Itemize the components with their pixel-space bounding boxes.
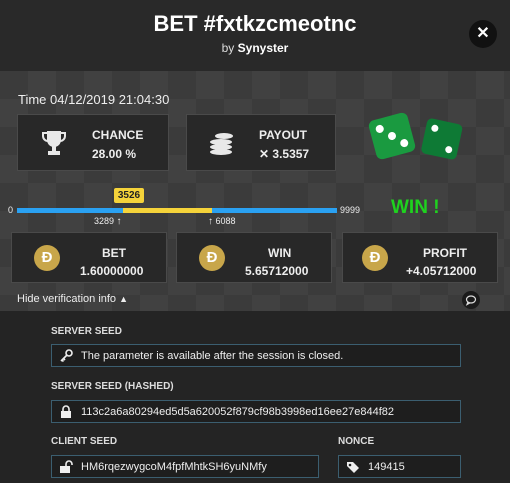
profit-label: PROFIT xyxy=(423,246,467,260)
trophy-icon xyxy=(42,131,66,155)
client-seed-field[interactable]: HM6rqezwygcoM4fpfMhtkSH6yuNMfy xyxy=(51,455,319,478)
bet-author-line: by Synyster xyxy=(0,41,510,55)
win-box: Ð WIN 5.65712000 xyxy=(176,232,332,283)
time-value: 04/12/2019 21:04:30 xyxy=(50,92,170,107)
nonce-field[interactable]: 149415 xyxy=(338,455,461,478)
range-end-label: ↑ 6088 xyxy=(208,216,236,227)
win-value: 5.65712000 xyxy=(245,264,309,278)
doge-icon: Ð xyxy=(34,245,60,271)
bet-time: Time 04/12/2019 21:04:30 xyxy=(18,92,169,107)
lock-icon xyxy=(61,405,71,418)
hide-verification-toggle[interactable]: Hide verification info ▲ xyxy=(17,293,128,305)
close-icon: ✕ xyxy=(476,25,490,42)
range-end-value: 6088 xyxy=(215,216,236,226)
bet-title: BET #fxtkzcmeotnc xyxy=(153,11,357,36)
doge-icon: Ð xyxy=(199,245,225,271)
bet-details-panel: Time 04/12/2019 21:04:30 CHANCE 28.00 % … xyxy=(0,71,510,311)
bet-box: Ð BET 1.60000000 xyxy=(11,232,167,283)
dice-icon xyxy=(368,112,463,160)
profit-value: +4.05712000 xyxy=(406,264,477,278)
profit-box: Ð PROFIT +4.05712000 xyxy=(342,232,498,283)
range-start-value: 3289 xyxy=(94,216,115,226)
server-seed-field[interactable]: The parameter is available after the ses… xyxy=(51,344,461,367)
result-label: WIN ! xyxy=(391,197,440,218)
range-start-label: 3289 ↑ xyxy=(94,216,122,227)
verification-panel: SERVER SEED The parameter is available a… xyxy=(0,311,510,483)
server-seed-hashed-label: SERVER SEED (HASHED) xyxy=(51,381,174,392)
chance-value: 28.00 % xyxy=(92,147,137,161)
nonce-value: 149415 xyxy=(368,461,405,473)
time-label: Time xyxy=(18,92,47,107)
doge-icon: Ð xyxy=(362,245,388,271)
winning-range-fill xyxy=(123,208,212,213)
chance-box: CHANCE 28.00 % xyxy=(17,114,169,171)
bet-label: BET xyxy=(102,246,126,260)
tag-icon xyxy=(347,462,359,473)
hide-verification-label: Hide verification info xyxy=(17,293,117,305)
by-prefix: by xyxy=(221,41,235,55)
slider-min: 0 xyxy=(8,205,14,215)
server-seed-hashed-value: 113c2a6a80294ed5d5a620052f879cf98b3998ed… xyxy=(81,406,395,418)
client-seed-value: HM6rqezwygcoM4fpfMhtkSH6yuNMfy xyxy=(81,461,267,473)
payout-label: PAYOUT xyxy=(259,128,308,142)
bet-value: 1.60000000 xyxy=(80,264,144,278)
payout-value: ✕ 3.5357 xyxy=(259,147,310,161)
server-seed-hashed-field[interactable]: 113c2a6a80294ed5d5a620052f879cf98b3998ed… xyxy=(51,400,461,423)
slider-max: 9999 xyxy=(340,205,361,215)
win-label: WIN xyxy=(268,246,292,260)
client-seed-label: CLIENT SEED xyxy=(51,436,118,447)
chance-label: CHANCE xyxy=(92,128,144,142)
server-seed-value: The parameter is available after the ses… xyxy=(81,350,344,362)
result-marker: 3526 xyxy=(114,188,144,203)
chevron-up-icon: ▲ xyxy=(119,294,129,304)
author-name[interactable]: Synyster xyxy=(238,41,289,55)
nonce-label: NONCE xyxy=(338,436,375,447)
close-button[interactable]: ✕ xyxy=(469,20,497,48)
arrow-up-icon: ↑ xyxy=(208,216,213,227)
payout-box: PAYOUT ✕ 3.5357 xyxy=(186,114,336,171)
modal-header: BET #fxtkzcmeotnc by Synyster ✕ xyxy=(0,0,510,71)
server-seed-label: SERVER SEED xyxy=(51,326,122,337)
coins-icon xyxy=(210,133,233,155)
arrow-up-icon: ↑ xyxy=(116,216,122,227)
key-icon xyxy=(60,349,73,363)
chat-icon[interactable] xyxy=(462,291,480,309)
unlock-icon xyxy=(60,460,73,473)
speech-bubble-icon xyxy=(465,295,477,306)
